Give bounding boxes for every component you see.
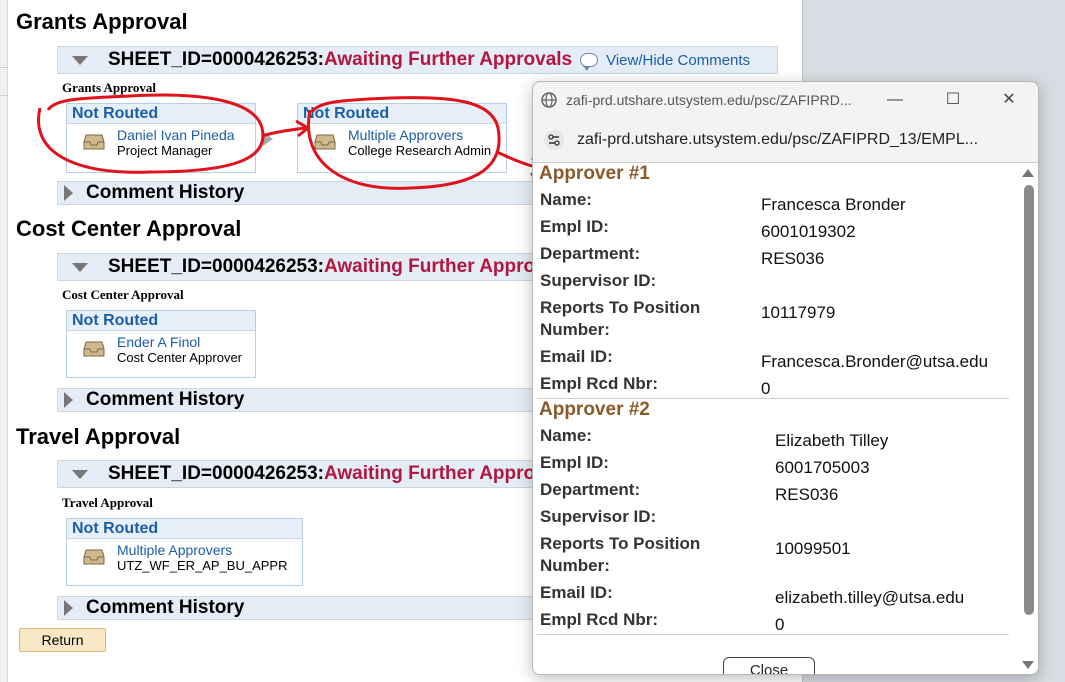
close-button[interactable]: Close xyxy=(723,657,815,674)
supervisor-id-label: Supervisor ID: xyxy=(540,271,657,290)
empl-id-label: Empl ID: xyxy=(540,453,609,472)
scrollbar[interactable] xyxy=(1018,163,1038,674)
scroll-up-icon[interactable] xyxy=(1022,169,1034,177)
empl-rcd-label: Empl Rcd Nbr: xyxy=(540,610,659,629)
empl-id-label: Empl ID: xyxy=(540,217,609,236)
annotation-circle-2 xyxy=(307,96,501,190)
reports-to-label-2: Number: xyxy=(540,556,610,575)
email-value: Francesca.Bronder@utsa.edu xyxy=(761,352,989,371)
department-label: Department: xyxy=(540,244,641,263)
empl-rcd-label: Empl Rcd Nbr: xyxy=(540,374,659,393)
approver-heading: Approver #1 xyxy=(539,163,650,184)
department-label: Department: xyxy=(540,480,641,499)
email-value: elizabeth.tilley@utsa.edu xyxy=(775,588,965,607)
empl-id-value: 6001705003 xyxy=(775,458,870,477)
popup-url: zafi-prd.utshare.utsystem.edu/psc/ZAFIPR… xyxy=(577,131,979,148)
approver-block: Approver #2 Name: Empl ID: Department: S… xyxy=(537,399,1009,635)
email-id-label: Email ID: xyxy=(540,583,613,602)
approver-block: Approver #1 Name: Empl ID: Department: S… xyxy=(537,163,1009,399)
close-icon[interactable]: ✕ xyxy=(999,90,1019,110)
popup-title: zafi-prd.utshare.utsystem.edu/psc/ZAFIPR… xyxy=(566,92,852,108)
name-value: Elizabeth Tilley xyxy=(775,431,889,450)
popup-content: Approver #1 Name: Empl ID: Department: S… xyxy=(533,162,1038,674)
globe-icon xyxy=(541,92,557,108)
minimize-icon[interactable]: — xyxy=(885,90,905,110)
reports-to-value: 10099501 xyxy=(775,539,851,558)
email-id-label: Email ID: xyxy=(540,347,613,366)
supervisor-id-label: Supervisor ID: xyxy=(540,507,657,526)
empl-rcd-value: 0 xyxy=(775,615,785,634)
name-value: Francesca Bronder xyxy=(761,195,906,214)
empl-id-value: 6001019302 xyxy=(761,222,856,241)
approver-heading: Approver #2 xyxy=(539,399,650,420)
reports-to-label: Reports To Position xyxy=(540,534,701,553)
annotation-circle-1 xyxy=(37,93,265,174)
scroll-down-icon[interactable] xyxy=(1022,661,1034,669)
name-label: Name: xyxy=(540,426,592,445)
name-label: Name: xyxy=(540,190,592,209)
department-value: RES036 xyxy=(761,249,825,268)
reports-to-value: 10117979 xyxy=(761,303,836,322)
popup-window: zafi-prd.utshare.utsystem.edu/psc/ZAFIPR… xyxy=(532,81,1039,675)
reports-to-label: Reports To Position xyxy=(540,298,701,317)
empl-rcd-value: 0 xyxy=(761,379,771,398)
scrollbar-thumb[interactable] xyxy=(1024,185,1034,615)
reports-to-label-2: Number: xyxy=(540,320,610,339)
maximize-icon[interactable]: ☐ xyxy=(943,90,963,110)
address-bar[interactable]: zafi-prd.utshare.utsystem.edu/psc/ZAFIPR… xyxy=(533,120,1038,160)
popup-titlebar[interactable]: zafi-prd.utshare.utsystem.edu/psc/ZAFIPR… xyxy=(533,82,1038,118)
department-value: RES036 xyxy=(775,485,839,504)
site-settings-icon[interactable] xyxy=(543,129,565,151)
